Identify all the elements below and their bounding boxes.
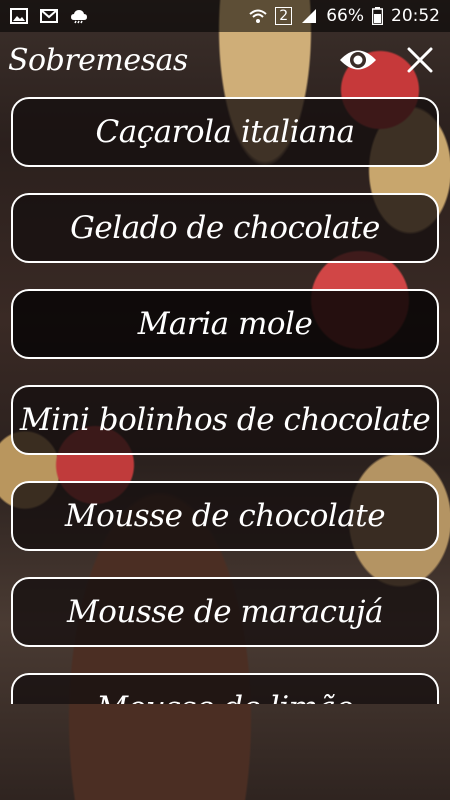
list-item[interactable]: Mousse de maracujá xyxy=(11,577,439,647)
list-item-label: Gelado de chocolate xyxy=(70,210,380,246)
battery-icon xyxy=(372,7,383,25)
screen: 2 66% 20:52 Sobremesas Caçarola italiana… xyxy=(0,0,450,800)
list-item-label: Mousse de maracujá xyxy=(66,594,384,630)
app-header: Sobremesas xyxy=(0,32,450,88)
visibility-button[interactable] xyxy=(336,38,380,82)
cloud-icon xyxy=(71,10,87,24)
list-item-label: Caçarola italiana xyxy=(95,114,355,150)
list-item[interactable]: Caçarola italiana xyxy=(11,97,439,167)
list-item[interactable]: Mousse de chocolate xyxy=(11,481,439,551)
list-item[interactable]: Maria mole xyxy=(11,289,439,359)
close-icon xyxy=(407,47,433,73)
eye-icon xyxy=(340,50,376,70)
list-item-label: Mousse de chocolate xyxy=(64,498,386,534)
page-title: Sobremesas xyxy=(8,42,188,78)
list-item-label: Mousse de limão xyxy=(96,690,354,704)
signal-icon xyxy=(302,9,317,23)
dessert-list: Caçarola italiana Gelado de chocolate Ma… xyxy=(0,88,450,704)
wifi-icon xyxy=(249,9,267,23)
battery-percent: 66% xyxy=(326,6,364,26)
status-bar: 2 66% 20:52 xyxy=(0,0,450,32)
gallery-icon xyxy=(10,8,28,24)
list-item[interactable]: Gelado de chocolate xyxy=(11,193,439,263)
list-item[interactable]: Mousse de limão xyxy=(11,673,439,704)
close-button[interactable] xyxy=(398,38,442,82)
gmail-icon xyxy=(40,9,58,23)
list-item[interactable]: Mini bolinhos de chocolate xyxy=(11,385,439,455)
clock: 20:52 xyxy=(391,6,440,26)
list-item-label: Maria mole xyxy=(137,306,313,342)
list-item-label: Mini bolinhos de chocolate xyxy=(19,402,431,438)
sim-badge: 2 xyxy=(275,7,293,25)
